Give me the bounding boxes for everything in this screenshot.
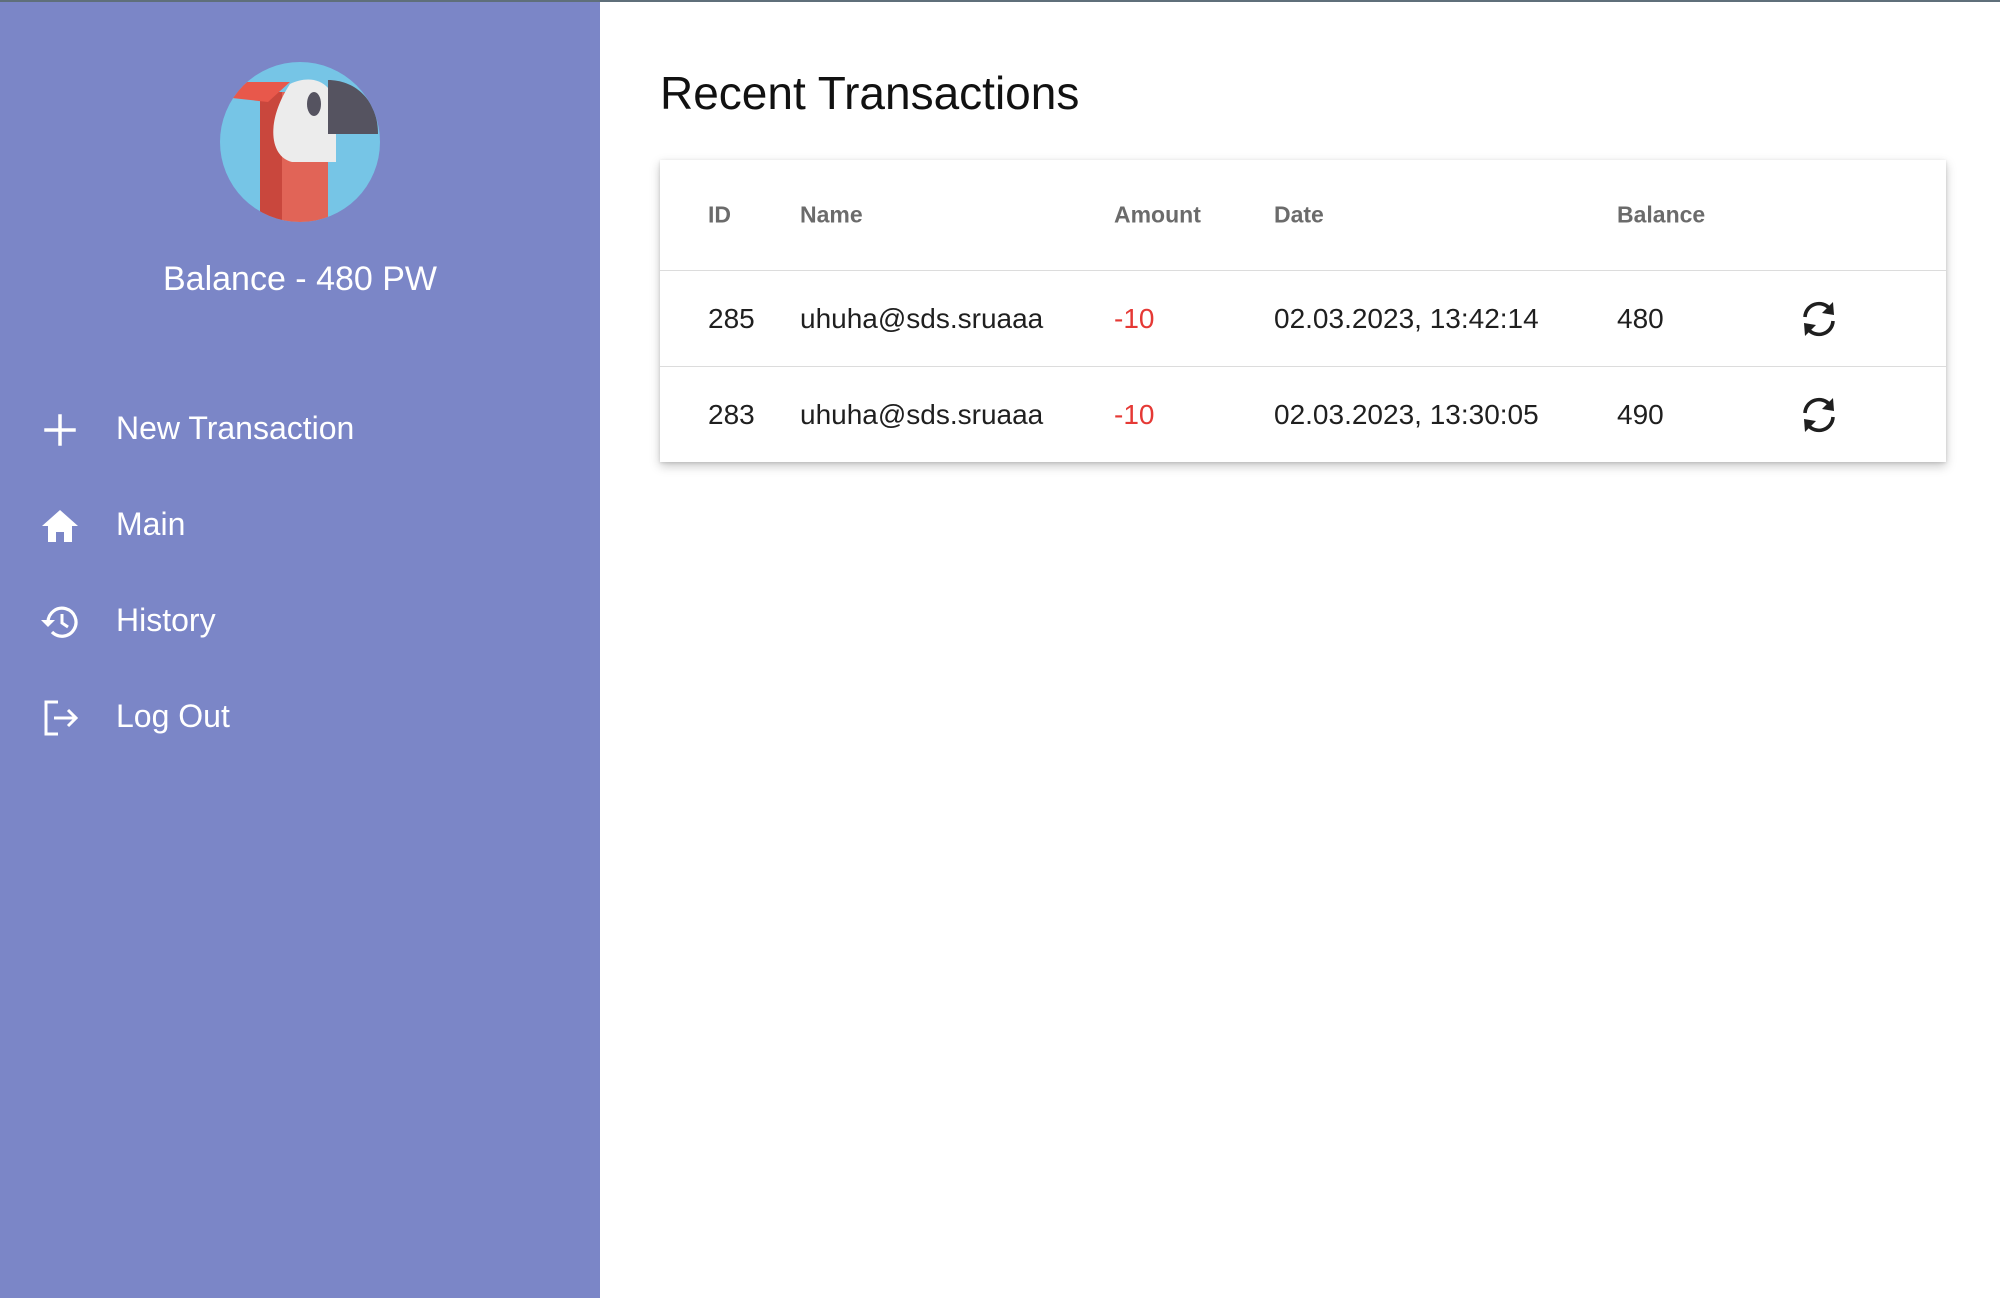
transaction-name: uhuha@sds.sruaaa bbox=[800, 398, 1044, 430]
balance-label: Balance - 480 PW bbox=[162, 260, 438, 298]
transaction-date: 02.03.2023, 13:30:05 bbox=[1274, 398, 1539, 430]
transaction-amount: -10 bbox=[1114, 398, 1155, 430]
sidebar-item-new-transaction[interactable]: New Transaction bbox=[0, 380, 600, 476]
repeat-transaction-button[interactable] bbox=[1796, 296, 1842, 342]
repeat-icon bbox=[1803, 397, 1835, 432]
main-content: Recent Transactions ID Name Amount Date … bbox=[600, 2, 2000, 1298]
sidebar-item-label: History bbox=[116, 602, 216, 638]
transaction-name: uhuha@sds.sruaaa bbox=[800, 302, 1044, 334]
app-window: Balance - 480 PW New Transaction Main Hi… bbox=[0, 0, 2000, 1298]
sidebar-item-label: Main bbox=[116, 506, 186, 542]
sidebar-item-label: Log Out bbox=[116, 698, 230, 734]
sidebar-item-history[interactable]: History bbox=[0, 572, 600, 668]
sidebar-nav: New Transaction Main History Log Out bbox=[0, 380, 600, 764]
plus-icon bbox=[44, 414, 76, 446]
column-header-amount: Amount bbox=[1114, 201, 1201, 228]
sidebar-item-log-out[interactable]: Log Out bbox=[0, 668, 600, 764]
column-header-balance: Balance bbox=[1617, 201, 1706, 228]
page-title: Recent Transactions bbox=[660, 67, 1080, 119]
transactions-table: ID Name Amount Date Balance 285 uhuha@sd… bbox=[660, 160, 1946, 462]
transaction-balance: 480 bbox=[1617, 302, 1664, 334]
transaction-amount: -10 bbox=[1114, 302, 1155, 334]
sidebar: Balance - 480 PW New Transaction Main Hi… bbox=[0, 2, 600, 1298]
table-row: 285 uhuha@sds.sruaaa -10 02.03.2023, 13:… bbox=[660, 271, 1946, 367]
sidebar-item-main[interactable]: Main bbox=[0, 476, 600, 572]
repeat-icon bbox=[1803, 301, 1835, 336]
logout-icon bbox=[44, 700, 79, 736]
table-header-row: ID Name Amount Date Balance bbox=[660, 160, 1946, 271]
transaction-id: 285 bbox=[708, 302, 755, 334]
sidebar-item-label: New Transaction bbox=[116, 410, 355, 446]
history-icon bbox=[41, 606, 78, 638]
transaction-balance: 490 bbox=[1617, 398, 1664, 430]
column-header-name: Name bbox=[800, 201, 863, 228]
transaction-date: 02.03.2023, 13:42:14 bbox=[1274, 302, 1539, 334]
transaction-id: 283 bbox=[708, 398, 755, 430]
table-row: 283 uhuha@sds.sruaaa -10 02.03.2023, 13:… bbox=[660, 367, 1946, 462]
repeat-transaction-button[interactable] bbox=[1796, 392, 1842, 438]
parrot-logo-icon bbox=[220, 62, 380, 222]
home-icon bbox=[42, 510, 78, 542]
column-header-date: Date bbox=[1274, 201, 1324, 228]
column-header-id: ID bbox=[708, 201, 731, 228]
